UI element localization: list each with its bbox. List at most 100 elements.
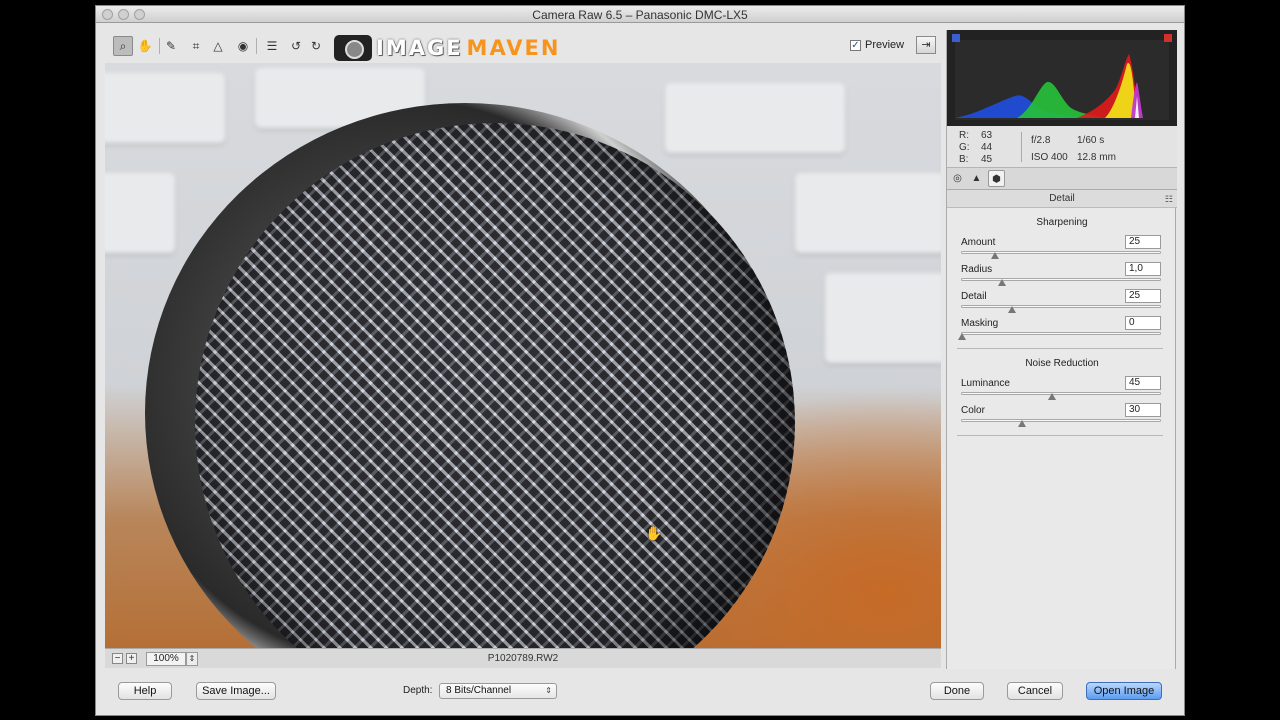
radius-slider-row: Radius 1,0 [961, 262, 1161, 291]
detail-icon: ⬢ [992, 174, 1001, 185]
window-title: Camera Raw 6.5 – Panasonic DMC-LX5 [532, 8, 748, 22]
histogram [947, 30, 1177, 126]
color-field[interactable]: 30 [1125, 403, 1161, 417]
luminance-field[interactable]: 45 [1125, 376, 1161, 390]
toolbar-separator [256, 38, 257, 54]
bottom-bar: Help Save Image... Depth: 8 Bits/Channel… [96, 674, 1184, 715]
rotate-right-tool[interactable]: ↻ [306, 36, 326, 56]
red-eye-icon: ◉ [237, 39, 249, 53]
preview-toggle[interactable]: ✓ Preview [850, 39, 904, 51]
rotate-left-tool[interactable]: ↺ [286, 36, 306, 56]
save-image-button[interactable]: Save Image... [196, 682, 276, 700]
color-slider-thumb[interactable] [1018, 420, 1026, 427]
section-divider [957, 348, 1163, 349]
detail-field[interactable]: 25 [1125, 289, 1161, 303]
fullscreen-button[interactable]: ⇥ [916, 36, 936, 54]
fullscreen-icon: ⇥ [921, 39, 931, 51]
status-bar: − + 100% ⇕ P1020789.RW2 [105, 648, 941, 668]
masking-slider-thumb[interactable] [958, 333, 966, 340]
g-label: G: [959, 142, 970, 153]
luminance-slider-row: Luminance 45 [961, 376, 1161, 405]
aperture-icon: ◎ [953, 173, 962, 184]
luminance-label: Luminance [961, 378, 1010, 389]
list-icon: ☰ [266, 39, 278, 53]
zoom-tool[interactable]: ⌕ [113, 36, 133, 56]
pixel-readout: R: 63 G: 44 B: 45 f/2.8 1/60 s ISO 400 12.8 m… [947, 126, 1177, 168]
shutter-value: 1/60 s [1077, 135, 1105, 146]
color-track[interactable] [961, 419, 1161, 422]
depth-select[interactable]: 8 Bits/Channel ⇕ [439, 683, 557, 699]
amount-slider-thumb[interactable] [991, 252, 1000, 259]
amount-slider-row: Amount 25 [961, 235, 1161, 264]
keyboard-key-blur [105, 73, 225, 143]
exif-info: f/2.8 1/60 s ISO 400 12.8 mm [1031, 132, 1123, 166]
detail-track[interactable] [961, 305, 1161, 308]
preferences-tool[interactable]: ☰ [262, 36, 282, 56]
radius-slider-thumb[interactable] [998, 279, 1006, 286]
luminance-slider-thumb[interactable] [1048, 393, 1056, 400]
noise-reduction-title: Noise Reduction [1025, 358, 1099, 369]
hand-tool[interactable]: ✋ [135, 36, 155, 56]
masking-field[interactable]: 0 [1125, 316, 1161, 330]
preview-checkbox[interactable]: ✓ [850, 39, 861, 51]
white-balance-tool[interactable]: ✎ [161, 36, 181, 56]
panel-menu-icon[interactable]: ☷ [1165, 190, 1173, 208]
focal-length-value: 12.8 mm [1077, 152, 1116, 163]
rotate-cw-icon: ↻ [310, 39, 322, 53]
g-value: 44 [981, 142, 993, 153]
iso-value: ISO 400 [1031, 152, 1068, 163]
camera-raw-window: Camera Raw 6.5 – Panasonic DMC-LX5 ⌕ ✋ ✎… [95, 5, 1185, 716]
highlight-clipping-indicator[interactable] [1164, 34, 1172, 42]
masking-track[interactable] [961, 332, 1161, 335]
logo-text-image: IMAGE [376, 36, 463, 60]
masking-slider-row: Masking 0 [958, 316, 1161, 345]
keyboard-key-blur [795, 173, 941, 253]
tab-tone-curve[interactable]: ▲ [968, 170, 985, 187]
radius-label: Radius [961, 264, 993, 275]
panel-tabs: ◎ ▲ ⬢ [947, 168, 1177, 190]
preview-label: Preview [865, 39, 905, 51]
keyboard-key-blur [105, 173, 175, 253]
filename-label: P1020789.RW2 [487, 653, 559, 664]
mountain-icon: ▲ [971, 173, 982, 184]
rotate-ccw-icon: ↺ [290, 39, 302, 53]
panel-title: Detail [1049, 193, 1075, 204]
crop-tool[interactable]: ⌗ [186, 36, 206, 56]
r-label: R: [959, 130, 969, 141]
shadow-clipping-indicator[interactable] [952, 34, 960, 42]
depth-value: 8 Bits/Channel [446, 685, 512, 696]
amount-label: Amount [961, 237, 996, 248]
eyedropper-icon: ✎ [165, 39, 177, 53]
done-button[interactable]: Done [930, 682, 984, 700]
logo-text-maven: MAVEN [466, 36, 561, 60]
title-bar: Camera Raw 6.5 – Panasonic DMC-LX5 [96, 6, 1184, 23]
toolbar-separator [159, 38, 160, 54]
readout-divider [1021, 132, 1022, 162]
red-eye-tool[interactable]: ◉ [233, 36, 253, 56]
toolbar: ⌕ ✋ ✎ ⌗ △ ◉ ☰ ↺ ↻ IMAGE MAVEN ✓ Preview ⇥ [104, 30, 940, 64]
imagemaven-logo: IMAGE MAVEN [334, 33, 560, 63]
color-label: Color [961, 405, 985, 416]
keyboard-key-blur [665, 83, 845, 153]
tab-basic[interactable]: ◎ [949, 170, 966, 187]
open-image-button[interactable]: Open Image [1086, 682, 1162, 700]
radius-field[interactable]: 1,0 [1125, 262, 1161, 276]
sharpening-title: Sharpening [1036, 217, 1088, 228]
straighten-icon: △ [213, 39, 223, 53]
image-preview[interactable]: ✋ [105, 63, 941, 648]
b-label: B: [959, 154, 969, 165]
keyboard-key-blur [825, 273, 941, 363]
amount-field[interactable]: 25 [1125, 235, 1161, 249]
masking-label: Masking [961, 318, 999, 329]
luminance-track[interactable] [961, 392, 1161, 395]
cancel-button[interactable]: Cancel [1007, 682, 1063, 700]
detail-slider-thumb[interactable] [1008, 306, 1016, 313]
section-divider [957, 435, 1163, 436]
depth-label: Depth: [403, 685, 433, 696]
detail-slider-row: Detail 25 [961, 289, 1161, 318]
help-button[interactable]: Help [118, 682, 172, 700]
radius-track[interactable] [961, 278, 1161, 281]
tab-detail[interactable]: ⬢ [988, 170, 1005, 187]
straighten-tool[interactable]: △ [208, 36, 228, 56]
camera-logo-icon [334, 35, 372, 61]
